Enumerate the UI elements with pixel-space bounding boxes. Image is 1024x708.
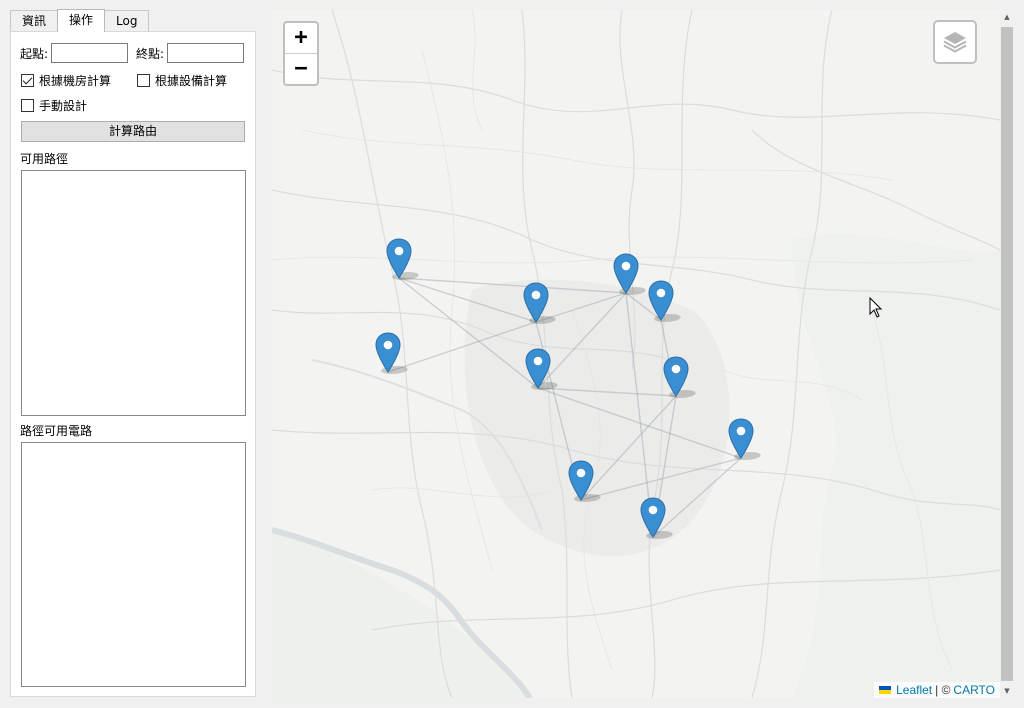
tab-operation[interactable]: 操作	[57, 9, 106, 32]
end-row: 終點:	[136, 43, 245, 63]
map-marker-icon[interactable]	[648, 280, 681, 322]
opt-device-checkbox[interactable]	[137, 74, 150, 87]
opt-room-row[interactable]: 根據機房計算	[21, 72, 111, 89]
zoom-control: + −	[283, 21, 319, 86]
start-input[interactable]	[51, 43, 129, 63]
opt-room-label: 根據機房計算	[39, 74, 112, 88]
tab-info[interactable]: 資訊	[10, 10, 59, 31]
calculate-route-button[interactable]: 計算路由	[21, 121, 245, 142]
opt-device-label: 根據設備計算	[155, 74, 228, 88]
map-attribution: Leaflet | © CARTO	[874, 682, 1000, 698]
path-circuits-heading: 路徑可用電路	[20, 422, 92, 439]
available-paths-heading: 可用路徑	[20, 150, 68, 167]
map-marker-icon[interactable]	[613, 253, 646, 295]
opt-room-checkbox[interactable]	[21, 74, 34, 87]
map-marker-icon[interactable]	[568, 460, 601, 502]
opt-device-row[interactable]: 根據設備計算	[137, 72, 227, 89]
map-marker-icon[interactable]	[523, 282, 556, 324]
scroll-thumb[interactable]	[1001, 27, 1013, 681]
map-view[interactable]: + − Leaflet | © CARTO	[272, 10, 1000, 698]
start-row: 起點:	[20, 43, 129, 63]
map-marker-icon[interactable]	[525, 348, 558, 390]
zoom-in-button[interactable]: +	[285, 23, 317, 53]
end-label: 終點:	[136, 46, 165, 61]
leaflet-link[interactable]: Leaflet	[896, 683, 932, 697]
layers-button[interactable]	[933, 20, 977, 64]
tab-bar: 資訊 操作 Log	[10, 9, 150, 32]
opt-manual-checkbox[interactable]	[21, 99, 34, 112]
carto-link[interactable]: CARTO	[953, 683, 995, 697]
scroll-up-arrow-icon[interactable]: ▲	[1000, 10, 1014, 24]
map-marker-icon[interactable]	[386, 238, 419, 280]
map-marker-icon[interactable]	[663, 356, 696, 398]
path-circuits-label: 路徑可用電路	[20, 424, 93, 438]
start-label: 起點:	[20, 46, 49, 61]
map-marker-icon[interactable]	[640, 497, 673, 539]
mouse-pointer-icon	[869, 297, 883, 318]
map-marker-icon[interactable]	[375, 332, 408, 374]
path-circuits-list[interactable]	[21, 442, 246, 687]
scroll-down-arrow-icon[interactable]: ▼	[1000, 684, 1014, 698]
attribution-separator: | ©	[935, 683, 951, 697]
opt-manual-label: 手動設計	[39, 99, 88, 113]
tab-log[interactable]: Log	[104, 10, 150, 31]
zoom-out-button[interactable]: −	[285, 53, 317, 84]
layers-icon	[943, 32, 967, 53]
available-paths-label: 可用路徑	[20, 152, 69, 166]
map-marker-icon[interactable]	[728, 418, 761, 460]
operation-panel: 起點: 終點: 根據機房計算 根據設備計算 手動設計 計算路由 可用路徑 路徑可…	[10, 31, 256, 697]
page-scrollbar[interactable]: ▲ ▼	[1000, 10, 1014, 698]
opt-manual-row[interactable]: 手動設計	[21, 97, 87, 114]
end-input[interactable]	[167, 43, 245, 63]
ukraine-flag-icon	[879, 686, 892, 694]
available-paths-list[interactable]	[21, 170, 246, 416]
